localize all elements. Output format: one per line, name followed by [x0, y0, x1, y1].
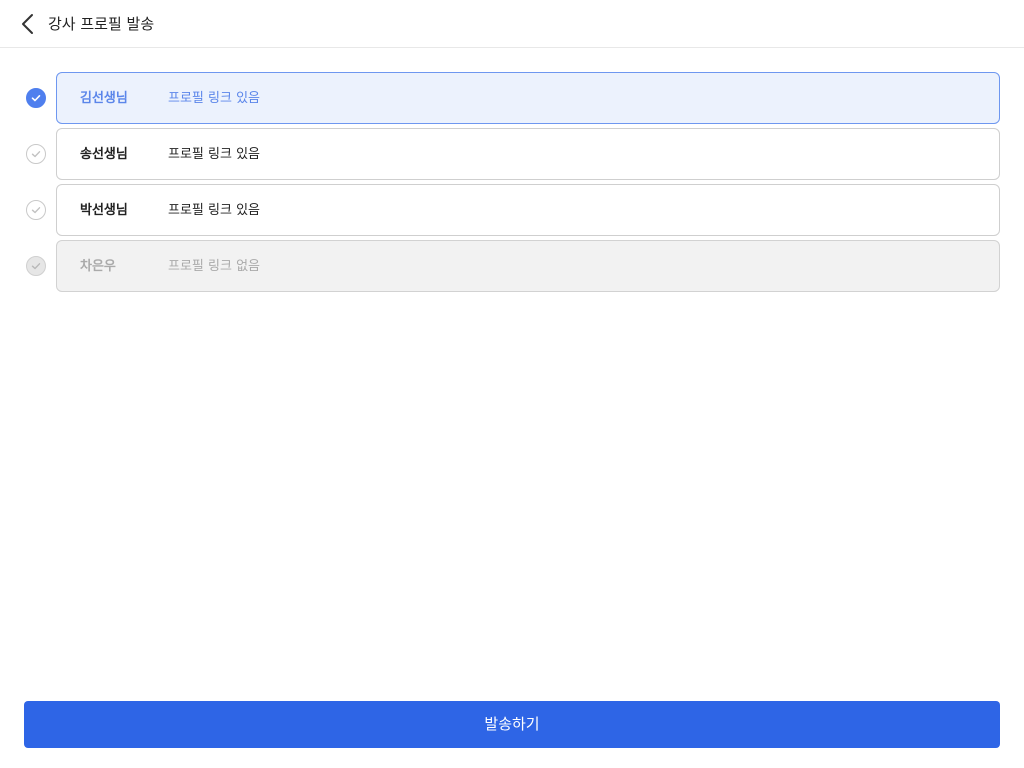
- checkmark-icon: [31, 207, 41, 214]
- checkmark-icon: [31, 151, 41, 158]
- instructor-card: 차은우 프로필 링크 없음: [56, 240, 1000, 292]
- select-checkbox[interactable]: [26, 88, 46, 108]
- app-header: 강사 프로필 발송: [0, 0, 1024, 48]
- instructor-list: 김선생님 프로필 링크 있음 송선생님 프로필 링크 있음 박선생님 프로필 링…: [0, 72, 1024, 296]
- instructor-row: 박선생님 프로필 링크 있음: [0, 184, 1024, 236]
- instructor-name: 김선생님: [80, 91, 128, 106]
- select-checkbox[interactable]: [26, 200, 46, 220]
- instructor-card[interactable]: 송선생님 프로필 링크 있음: [56, 128, 1000, 180]
- page-title: 강사 프로필 발송: [48, 15, 155, 33]
- profile-link-status: 프로필 링크 없음: [168, 259, 260, 274]
- send-button[interactable]: 발송하기: [24, 701, 1000, 748]
- profile-link-status: 프로필 링크 있음: [168, 203, 260, 218]
- instructor-name: 송선생님: [80, 147, 128, 162]
- checkmark-icon: [31, 263, 41, 270]
- select-checkbox[interactable]: [26, 144, 46, 164]
- instructor-name: 박선생님: [80, 203, 128, 218]
- profile-link-status: 프로필 링크 있음: [168, 91, 260, 106]
- profile-link-status: 프로필 링크 있음: [168, 147, 260, 162]
- instructor-row: 송선생님 프로필 링크 있음: [0, 128, 1024, 180]
- instructor-name: 차은우: [80, 259, 116, 274]
- checkmark-icon: [31, 95, 41, 102]
- instructor-card[interactable]: 김선생님 프로필 링크 있음: [56, 72, 1000, 124]
- instructor-card[interactable]: 박선생님 프로필 링크 있음: [56, 184, 1000, 236]
- back-button[interactable]: [16, 12, 40, 36]
- select-checkbox: [26, 256, 46, 276]
- chevron-left-icon: [22, 14, 33, 34]
- instructor-row: 차은우 프로필 링크 없음: [0, 240, 1024, 292]
- instructor-row: 김선생님 프로필 링크 있음: [0, 72, 1024, 124]
